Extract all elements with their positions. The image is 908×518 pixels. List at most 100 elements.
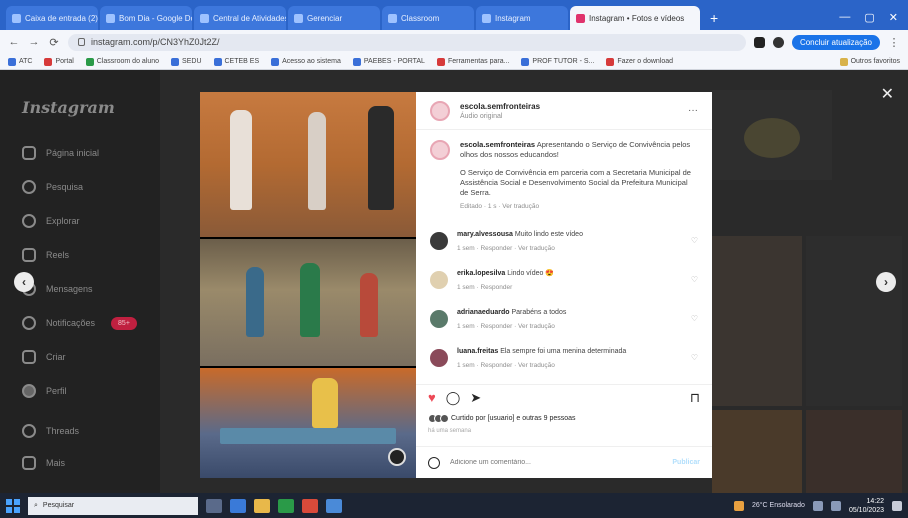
taskbar-search[interactable]: ⌕ Pesquisar — [28, 496, 198, 515]
caption-body-2: O Serviço de Convivência em parceria com… — [460, 168, 691, 197]
audio-toggle-icon[interactable] — [388, 448, 406, 466]
minimize-button[interactable]: — — [839, 11, 850, 24]
bookmark[interactable]: Classroom do aluno — [85, 57, 159, 66]
comment-meta[interactable]: 1 sem · Responder · Ver tradução — [457, 361, 682, 371]
comment-avatar[interactable] — [430, 349, 448, 367]
bookmark-label: ATC — [19, 58, 33, 65]
background-post-thumbnail[interactable] — [806, 236, 902, 406]
chrome-icon[interactable] — [278, 498, 294, 513]
emoji-icon[interactable] — [428, 456, 440, 469]
bookmark[interactable]: Acesso ao sistema — [271, 57, 341, 66]
browser-tab-instagram-2[interactable]: Instagram — [476, 6, 568, 30]
word-icon[interactable] — [326, 498, 342, 513]
new-tab-button[interactable]: + — [702, 10, 726, 30]
previous-post-button[interactable]: ‹ — [14, 272, 34, 292]
sidebar-item-profile[interactable]: Perfil — [22, 384, 67, 398]
background-post-thumbnail[interactable] — [806, 410, 902, 493]
volume-icon[interactable] — [830, 500, 841, 511]
like-heart-icon[interactable]: ♥ — [428, 390, 436, 405]
comment-avatar[interactable] — [430, 232, 448, 250]
maximize-button[interactable]: ▢ — [864, 11, 874, 24]
bookmark[interactable]: Ferramentas para... — [436, 57, 509, 66]
instagram-logo[interactable]: Instagram — [22, 98, 115, 117]
account-avatar[interactable] — [430, 100, 450, 121]
browser-tab-gerenciar[interactable]: Gerenciar — [288, 6, 380, 30]
comment-avatar[interactable] — [430, 310, 448, 328]
sidebar-item-threads[interactable]: Threads — [22, 424, 79, 438]
edge-icon[interactable] — [230, 498, 246, 513]
comment-author[interactable]: luana.freitas — [457, 348, 498, 355]
weather-icon[interactable] — [733, 500, 744, 511]
more-options-icon[interactable]: ··· — [688, 105, 698, 116]
browser-tab-docs[interactable]: Bom Dia - Google Doc — [100, 6, 192, 30]
comment-author[interactable]: mary.alvessousa — [457, 231, 513, 238]
task-view-icon[interactable] — [206, 498, 222, 513]
close-modal-button[interactable]: ✕ — [881, 84, 894, 104]
comment-author[interactable]: erika.lopesilva — [457, 270, 505, 277]
background-post-thumbnail[interactable] — [712, 236, 802, 406]
sidebar-item-explore[interactable]: Explorar — [22, 214, 80, 228]
windows-start-icon[interactable] — [6, 498, 20, 513]
background-post-thumbnail[interactable] — [712, 410, 802, 493]
share-icon[interactable]: ➤ — [470, 390, 481, 406]
browser-tab-classroom[interactable]: Classroom — [382, 6, 474, 30]
forward-button[interactable]: → — [28, 36, 40, 48]
bookmark[interactable]: ATC — [8, 57, 33, 66]
sidebar-item-search[interactable]: Pesquisa — [22, 180, 83, 194]
comment-like-icon[interactable]: ♡ — [691, 314, 698, 323]
browser-tab-central[interactable]: Central de Atividades — [194, 6, 286, 30]
comment-meta[interactable]: 1 sem · Responder — [457, 283, 682, 293]
sidebar-item-reels[interactable]: Reels — [22, 248, 69, 262]
bookmark-icon — [44, 57, 53, 66]
bookmark[interactable]: SEDU — [171, 57, 202, 66]
instagram-icon — [576, 13, 585, 23]
tab-label: Classroom — [401, 13, 440, 23]
audio-label[interactable]: Áudio original — [460, 113, 540, 120]
account-name[interactable]: escola.semfronteiras — [460, 102, 540, 111]
save-bookmark-icon[interactable]: ⊓ — [690, 390, 700, 406]
taskbar-clock[interactable]: 14:22 05/10/2023 — [849, 497, 884, 515]
sidebar-item-more[interactable]: Mais — [22, 456, 65, 470]
next-post-button[interactable]: › — [876, 272, 896, 292]
sidebar-item-home[interactable]: Página inicial — [22, 146, 99, 160]
file-explorer-icon[interactable] — [254, 498, 270, 513]
bookmark[interactable]: CETEB ES — [213, 57, 259, 66]
sidebar-item-notifications[interactable]: Notificações 85+ — [22, 316, 137, 330]
weather-text[interactable]: 26°C Ensolarado — [752, 502, 805, 509]
bookmark-other[interactable]: Outros favoritos — [839, 57, 900, 66]
update-button[interactable]: Concluir atualização — [791, 34, 880, 50]
post-video[interactable] — [200, 92, 416, 478]
reload-button[interactable]: ⟳ — [48, 36, 60, 49]
comment-meta[interactable]: 1 sem · Responder · Ver tradução — [457, 322, 682, 332]
extension-icon[interactable] — [772, 36, 784, 48]
bookmark[interactable]: Portal — [44, 57, 74, 66]
caption-avatar[interactable] — [430, 140, 450, 160]
comment-meta[interactable]: 1 sem · Responder · Ver tradução — [457, 244, 682, 254]
comment-avatar[interactable] — [430, 271, 448, 289]
comment-input[interactable] — [450, 459, 663, 466]
menu-dots-icon[interactable]: ⋮ — [888, 36, 900, 49]
back-button[interactable]: ← — [8, 36, 20, 48]
bookmark-icon — [8, 57, 16, 66]
caption-author[interactable]: escola.semfronteiras — [460, 140, 535, 149]
bookmark[interactable]: PAEBES - PORTAL — [352, 57, 425, 66]
browser-tab-gmail[interactable]: Caixa de entrada (2) — [6, 6, 98, 30]
comment-like-icon[interactable]: ♡ — [691, 353, 698, 362]
office-icon[interactable] — [302, 498, 318, 513]
comment-author[interactable]: adrianaeduardo — [457, 309, 510, 316]
extension-icon[interactable] — [753, 36, 765, 48]
search-icon: ⌕ — [34, 501, 38, 509]
browser-tab-active[interactable]: Instagram • Fotos e vídeos — [570, 6, 700, 30]
comment-like-icon[interactable]: ♡ — [691, 275, 698, 284]
comment-like-icon[interactable]: ♡ — [691, 236, 698, 245]
network-icon[interactable] — [812, 500, 823, 511]
close-window-button[interactable]: ✕ — [889, 11, 898, 24]
bookmark[interactable]: Fazer o download — [606, 57, 673, 66]
publish-button[interactable]: Publicar — [672, 459, 700, 466]
address-bar[interactable]: instagram.com/p/CN3YhZ0Jt2Z/ — [68, 33, 746, 51]
bookmark[interactable]: PROF TUTOR - S... — [521, 57, 594, 66]
comment-icon[interactable]: ◯ — [446, 390, 461, 406]
sidebar-item-create[interactable]: Criar — [22, 350, 66, 364]
likes-summary[interactable]: Curtido por [usuario] e outras 9 pessoas — [428, 414, 576, 423]
notifications-icon[interactable] — [892, 500, 902, 511]
